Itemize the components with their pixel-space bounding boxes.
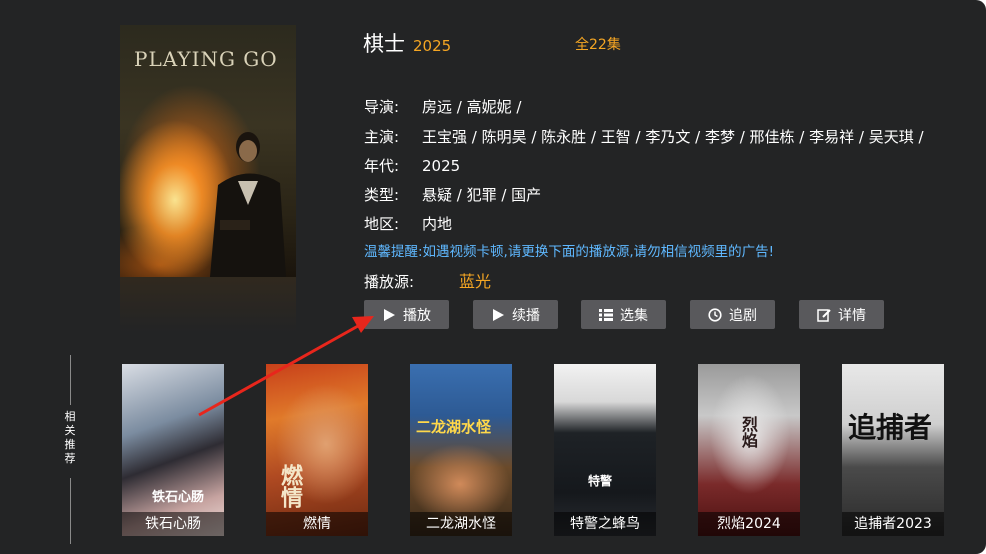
genre-label: 类型: (364, 186, 400, 204)
episode-count: 全22集 (575, 37, 621, 53)
play-button-label: 播放 (403, 307, 431, 324)
card-poster (122, 364, 224, 536)
card-poster (410, 364, 512, 536)
region-value: 内地 (422, 215, 453, 233)
director-value: 房远 / 高妮妮 / (422, 98, 522, 116)
show-title: 棋士 (363, 32, 405, 56)
card-art-text: 燃情 (277, 464, 303, 508)
source-row: 播放源: 蓝光 (364, 268, 491, 292)
play-icon (493, 308, 504, 321)
card-art-text: 特警 (588, 474, 613, 488)
edit-icon (817, 308, 831, 322)
poster-reflection (120, 277, 296, 332)
card-title: 燃情 (266, 512, 368, 536)
divider-top (70, 355, 71, 405)
card-title: 二龙湖水怪 (410, 512, 512, 536)
episodes-button-label: 选集 (620, 307, 648, 324)
year-value: 2025 (422, 157, 461, 175)
related-label: 相关推荐 (64, 410, 76, 465)
card-art-text: 铁石心肠 (152, 490, 205, 505)
genre-row: 类型: 悬疑 / 犯罪 / 国产 (364, 184, 541, 205)
director-row: 导演: 房远 / 高妮妮 / (364, 96, 521, 117)
related-card[interactable]: 二龙湖水怪 二龙湖水怪 (410, 364, 512, 536)
card-poster (554, 364, 656, 536)
notice-text: 温馨提醒:如遇视频卡顿,请更换下面的播放源,请勿相信视频里的广告! (364, 244, 775, 260)
details-button[interactable]: 详情 (799, 300, 884, 329)
related-card[interactable]: 燃情 燃情 (266, 364, 368, 536)
poster-title: PLAYING GO (134, 47, 278, 71)
resume-button[interactable]: 续播 (473, 300, 558, 329)
follow-button-label: 追剧 (729, 307, 757, 324)
cast-row: 主演: 王宝强 / 陈明昊 / 陈永胜 / 王智 / 李乃文 / 李梦 / 邢佳栋… (364, 126, 924, 147)
resume-button-label: 续播 (512, 307, 540, 324)
clock-icon (708, 307, 722, 322)
source-value[interactable]: 蓝光 (459, 272, 491, 291)
poster-image: PLAYING GO (120, 25, 296, 277)
region-row: 地区: 内地 (364, 213, 452, 234)
play-icon (384, 308, 395, 321)
card-poster (698, 364, 800, 536)
source-label: 播放源: (364, 273, 415, 291)
related-card[interactable]: 特警 特警之蜂鸟 (554, 364, 656, 536)
card-art-text: 追捕者 (848, 411, 933, 444)
related-card[interactable]: 追捕者 追捕者2023 (842, 364, 944, 536)
poster-figure (210, 132, 286, 277)
related-card[interactable]: 烈焰 烈焰2024 (698, 364, 800, 536)
details-button-label: 详情 (838, 307, 866, 324)
list-icon (599, 308, 613, 321)
card-title: 铁石心肠 (122, 512, 224, 536)
detail-panel: PLAYING GO 棋士 2025 全22集 导演: 房远 / 高妮妮 / 主演… (0, 0, 986, 554)
related-card[interactable]: 铁石心肠 铁石心肠 (122, 364, 224, 536)
cast-label: 主演: (364, 128, 400, 146)
card-title: 追捕者2023 (842, 512, 944, 536)
cast-value: 王宝强 / 陈明昊 / 陈永胜 / 王智 / 李乃文 / 李梦 / 邢佳栋 / … (422, 128, 924, 146)
card-title: 特警之蜂鸟 (554, 512, 656, 536)
card-art-text: 二龙湖水怪 (416, 418, 492, 436)
show-year: 2025 (413, 37, 452, 55)
card-art-text: 烈焰 (739, 416, 758, 448)
genre-value: 悬疑 / 犯罪 / 国产 (422, 186, 542, 204)
card-poster (842, 364, 944, 536)
card-title: 烈焰2024 (698, 512, 800, 536)
year-label: 年代: (364, 157, 400, 175)
play-button[interactable]: 播放 (364, 300, 449, 329)
year-row: 年代: 2025 (364, 155, 460, 176)
card-poster (266, 364, 368, 536)
episodes-button[interactable]: 选集 (581, 300, 666, 329)
follow-button[interactable]: 追剧 (690, 300, 775, 329)
divider-bottom (70, 478, 71, 544)
region-label: 地区: (364, 215, 400, 233)
director-label: 导演: (364, 98, 400, 116)
title-row: 棋士 2025 (363, 28, 451, 56)
